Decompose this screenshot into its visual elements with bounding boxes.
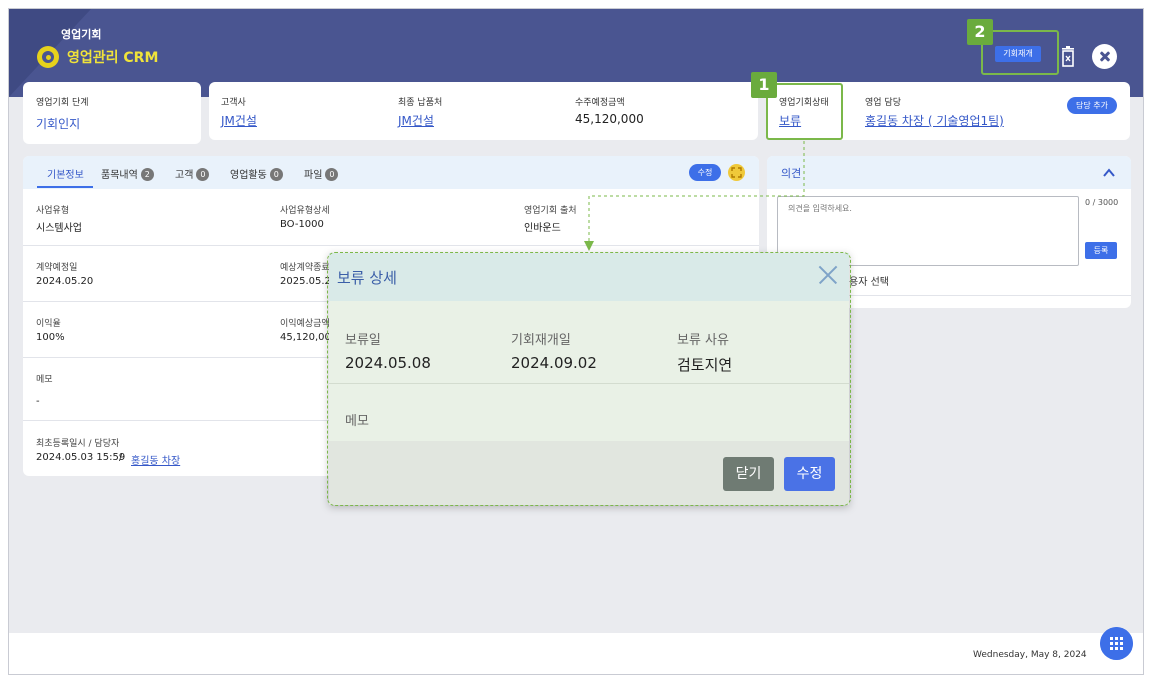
tab-label: 품목내역 (101, 170, 138, 181)
stage-value[interactable]: 기회인지 (36, 115, 80, 132)
callout-number-2: 2 (967, 19, 993, 45)
active-tab-indicator (37, 186, 93, 188)
expand-icon[interactable] (728, 164, 745, 181)
source-value: 인바운드 (524, 223, 561, 234)
biz-type-detail-value: BO-1000 (280, 219, 324, 230)
customer-card: 고객사 JM건설 최종 납품처 JM건설 수주예정금액 45,120,000 (209, 82, 758, 140)
final-delivery-link[interactable]: JM건설 (398, 112, 434, 129)
registered-separator: / (119, 452, 123, 463)
add-owner-button[interactable]: 담당 추가 (1067, 97, 1117, 114)
close-icon[interactable] (1092, 44, 1117, 69)
expected-amount-value: 45,120,000 (575, 112, 644, 126)
tab-label: 영업활동 (230, 170, 267, 181)
modal-highlight (327, 252, 851, 506)
stage-card: 영업기회 단계 기회인지 (23, 82, 201, 144)
trash-icon[interactable] (1060, 46, 1076, 68)
tab-count-badge: 0 (196, 168, 210, 181)
chevron-up-icon[interactable] (1103, 168, 1115, 177)
tab-label: 파일 (304, 170, 323, 181)
select-user-label[interactable]: 용자 선택 (849, 273, 889, 288)
app-title: 영업관리 CRM (67, 50, 159, 66)
target-logo-icon (37, 46, 59, 68)
submit-opinion-button[interactable]: 등록 (1085, 242, 1117, 259)
memo-label: 메모 (36, 375, 53, 385)
tab-files[interactable]: 파일 0 (304, 166, 339, 181)
contract-date-value: 2024.05.20 (36, 276, 94, 287)
divider (23, 245, 759, 246)
tab-bar: 기본정보 품목내역 2 고객 0 영업활동 0 파일 0 수정 (23, 156, 759, 189)
registered-label: 최초등록일시 / 담당자 (36, 439, 120, 449)
customer-link[interactable]: JM건설 (221, 112, 257, 129)
module-name: 영업기회 (61, 28, 102, 41)
app-window: 영업기회 영업관리 CRM 기회재개 영업기회 단계 기회인지 고객사 JM건설… (8, 8, 1144, 675)
callout-highlight-status (766, 83, 843, 140)
biz-type-label: 사업유형 (36, 206, 70, 216)
biz-type-detail-label: 사업유형상세 (280, 206, 330, 216)
footer-date: Wednesday, May 8, 2024 (973, 650, 1087, 660)
tab-items[interactable]: 품목내역 2 (101, 166, 154, 181)
edit-button[interactable]: 수정 (689, 164, 721, 181)
registered-user-link[interactable]: 홍길동 차장 (131, 452, 180, 467)
callout-number-1: 1 (751, 72, 777, 98)
margin-value: 100% (36, 332, 65, 343)
tab-basic-info[interactable]: 기본정보 (47, 166, 84, 181)
expected-amount-label: 수주예정금액 (575, 98, 625, 108)
tab-count-badge: 2 (140, 168, 154, 181)
biz-type-value: 시스템사업 (36, 223, 82, 234)
contract-date-label: 계약예정일 (36, 263, 78, 273)
owner-label: 영업 담당 (865, 98, 901, 108)
final-delivery-label: 최종 납품처 (398, 98, 443, 108)
tab-label: 기본정보 (47, 170, 84, 181)
tab-count-badge: 0 (269, 168, 283, 181)
margin-label: 이익율 (36, 319, 61, 329)
expected-contract-label: 예상계약종료 (280, 263, 330, 273)
tab-customers[interactable]: 고객 0 (175, 166, 210, 181)
tab-label: 고객 (175, 170, 194, 181)
memo-value: - (36, 396, 40, 407)
opinion-char-counter: 0 / 3000 (1085, 198, 1119, 207)
customer-label: 고객사 (221, 98, 246, 108)
owner-link[interactable]: 홍길동 차장 ( 기술영업1팀) (865, 112, 1004, 129)
opinion-header: 의견 (767, 156, 1131, 189)
apps-grid-icon[interactable] (1100, 627, 1133, 660)
registered-datetime: 2024.05.03 15:59 (36, 452, 126, 463)
tab-count-badge: 0 (325, 168, 339, 181)
expected-profit-label: 이익예상금액 (280, 319, 330, 329)
tab-activities[interactable]: 영업활동 0 (230, 166, 283, 181)
opinion-title: 의견 (781, 167, 802, 180)
stage-label: 영업기회 단계 (36, 98, 89, 108)
source-label: 영업기회 출처 (524, 206, 577, 216)
